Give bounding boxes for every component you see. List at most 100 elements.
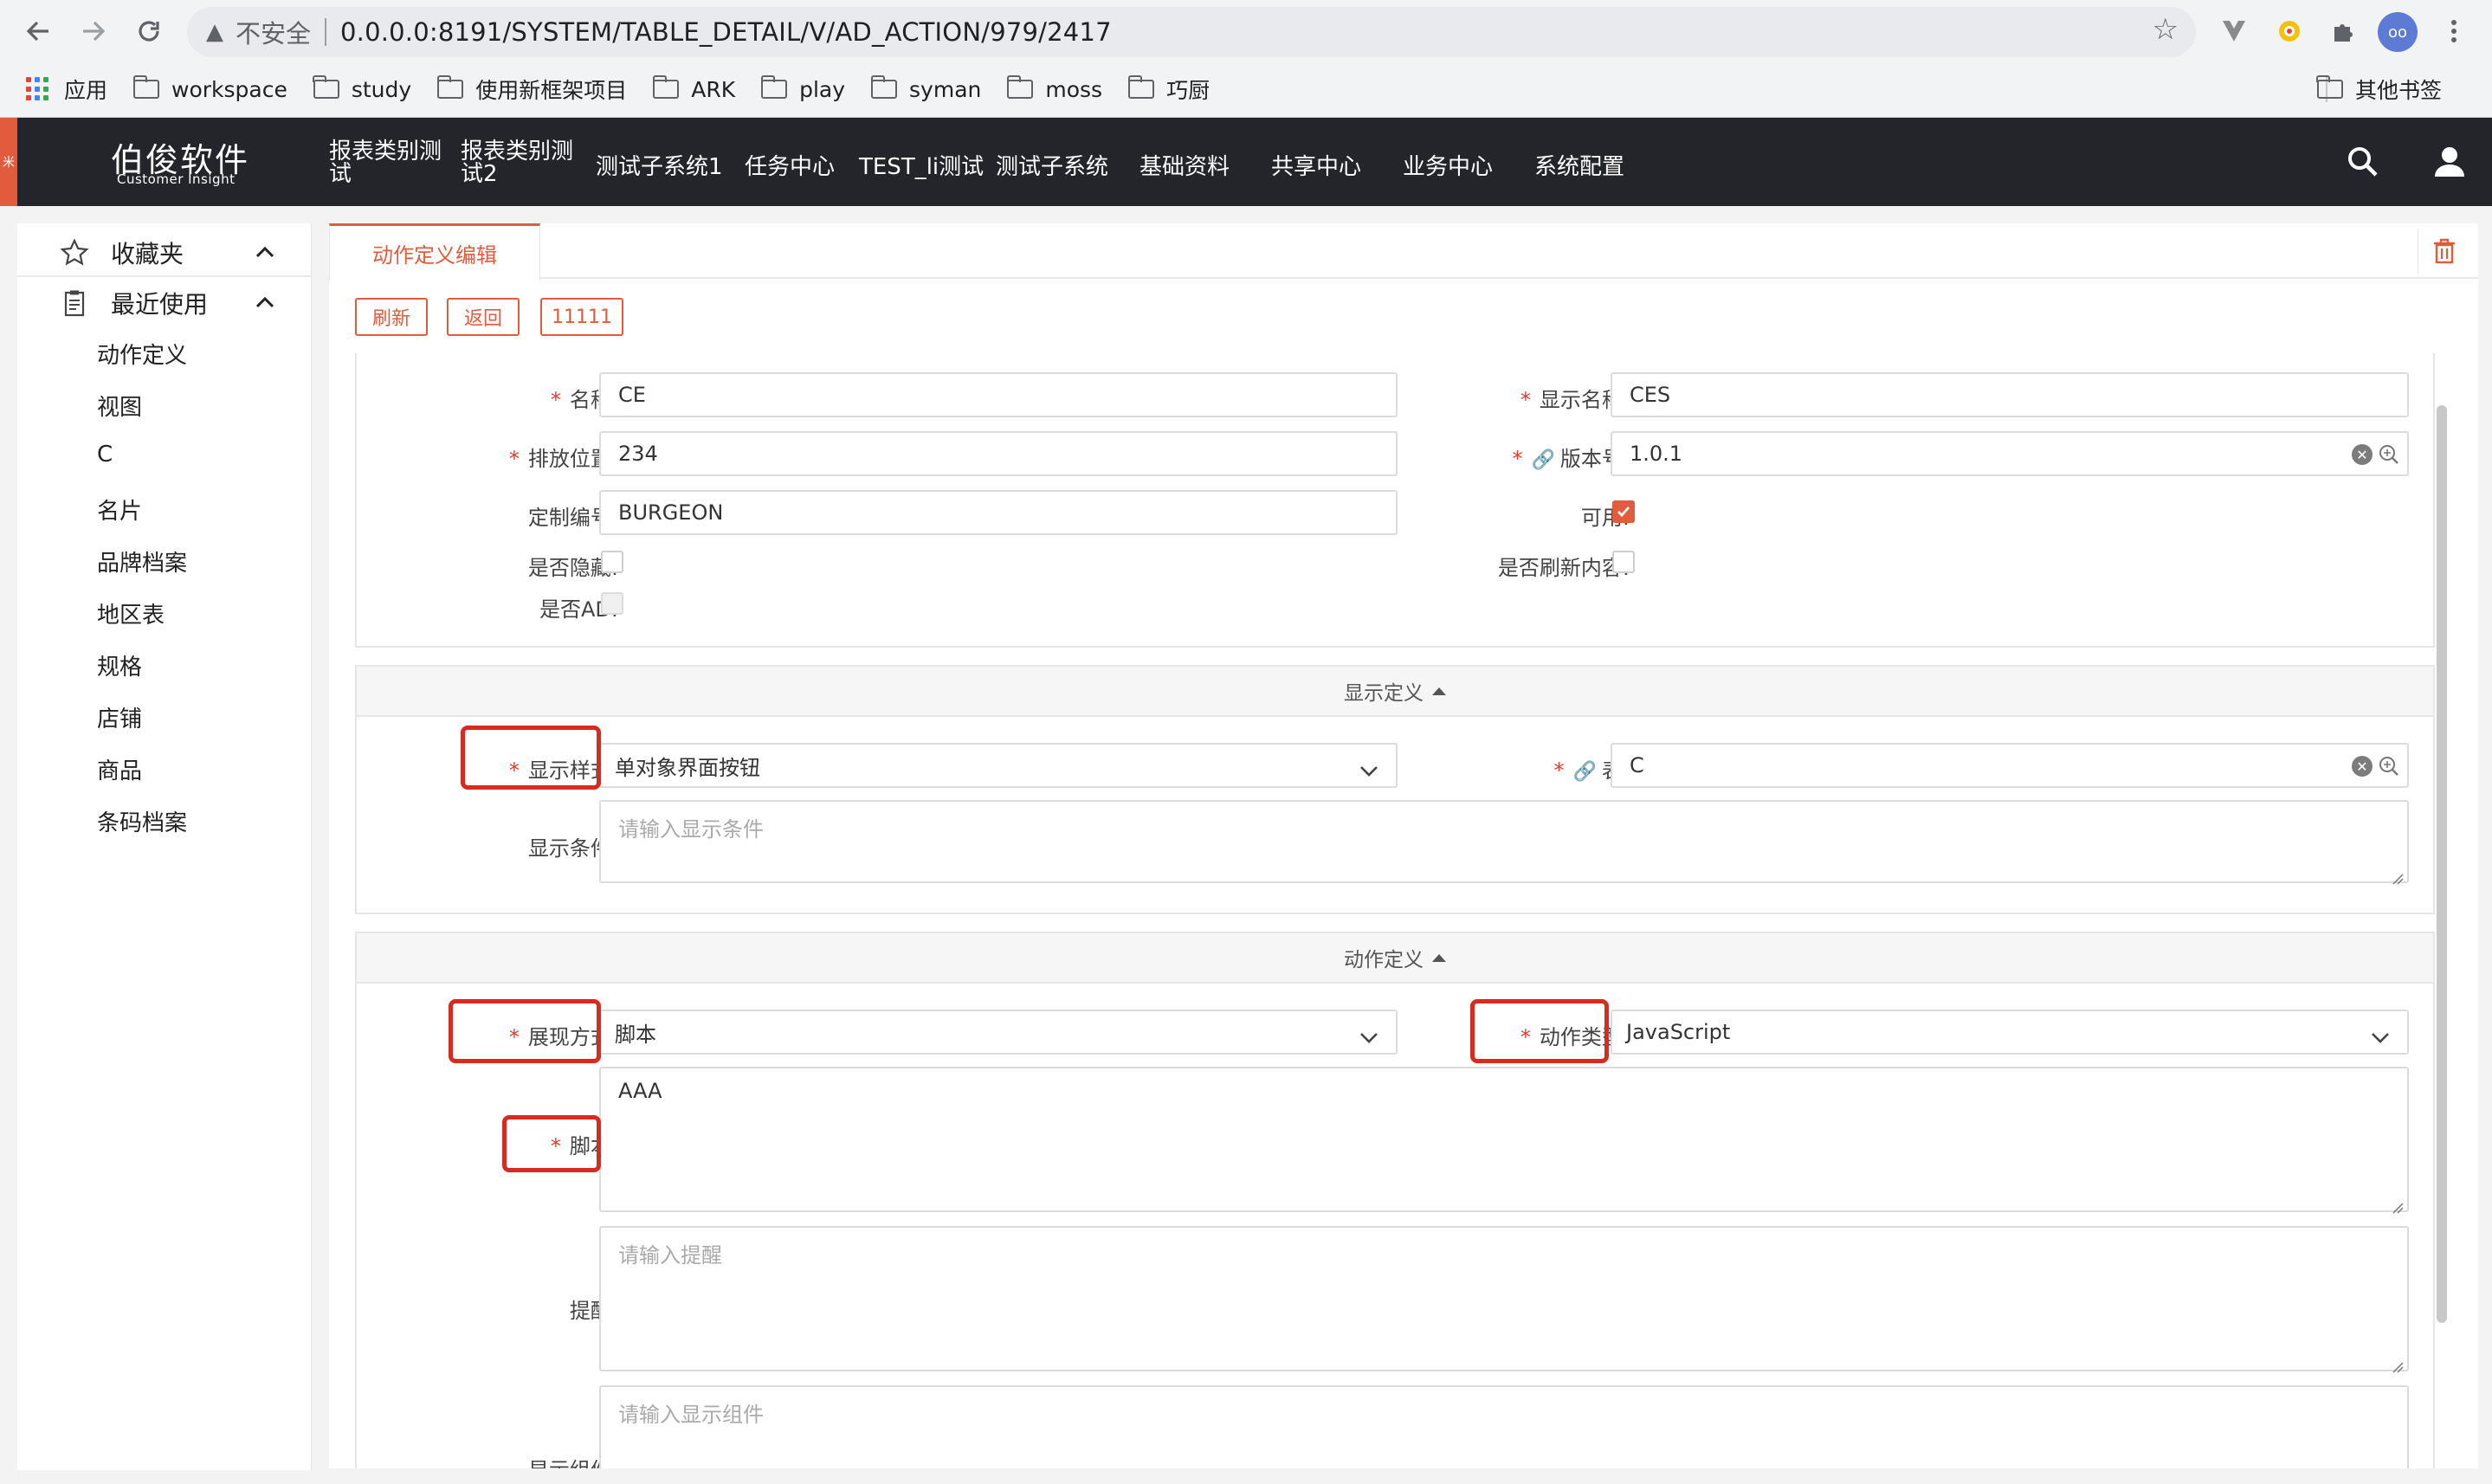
refresh-content-checkbox[interactable]: [1612, 551, 1635, 573]
chevron-up-icon[interactable]: [253, 241, 277, 265]
hidden-checkbox[interactable]: [601, 551, 623, 573]
resize-handle-icon[interactable]: [2392, 866, 2404, 885]
clear-icon[interactable]: ✕: [2352, 756, 2373, 777]
basic-info-panel: * 名称: CE * 显示名称: CES * 排放位置: 234 * 🔗 版本号: 1.0…: [355, 353, 2435, 648]
sidebar-item-region[interactable]: 地区表: [97, 597, 165, 629]
search-zoom-icon[interactable]: [2378, 443, 2400, 466]
sidebar-item-barcode[interactable]: 条码档案: [97, 805, 187, 837]
bookmark-ark[interactable]: ARK: [652, 75, 735, 102]
name-input[interactable]: CE: [599, 372, 1398, 417]
profile-avatar[interactable]: oo: [2378, 12, 2418, 52]
scrollbar-thumb[interactable]: [2437, 405, 2447, 1323]
warning-icon: ▲: [206, 19, 223, 45]
display-style-select[interactable]: 单对象界面按钮: [599, 743, 1398, 788]
insecure-label: 不安全: [236, 19, 312, 48]
custom-no-input[interactable]: BURGEON: [599, 490, 1398, 535]
version-input[interactable]: 1.0.1 ✕: [1611, 431, 2409, 476]
search-zoom-icon[interactable]: [2378, 755, 2400, 777]
chevron-up-icon[interactable]: [253, 291, 277, 315]
clear-icon[interactable]: ✕: [2352, 444, 2373, 465]
resize-handle-icon[interactable]: [2392, 1354, 2404, 1373]
sidebar-item-card[interactable]: 名片: [97, 494, 142, 526]
script-textarea[interactable]: AAA: [599, 1067, 2409, 1214]
bookmark-study[interactable]: study: [313, 75, 411, 102]
tab-action-edit[interactable]: 动作定义编辑: [329, 223, 540, 281]
search-icon[interactable]: [2343, 142, 2383, 182]
action-section-header[interactable]: 动作定义: [357, 933, 2433, 984]
highlight-display-style: [461, 726, 601, 790]
enabled-checkbox[interactable]: [1612, 500, 1635, 523]
menu-test-li[interactable]: TEST_li测试: [859, 149, 984, 181]
menu-share-center[interactable]: 共享中心: [1271, 149, 1361, 181]
sidebar-item-view[interactable]: 视图: [97, 390, 142, 422]
other-bookmarks[interactable]: 其他书签: [2316, 68, 2468, 111]
display-definition-panel: 显示定义 *显示样式: 单对象界面按钮 *🔗表: C ✕ 显示条件: 请输入显示…: [355, 665, 2435, 914]
menu-subsystem1[interactable]: 测试子系统1: [596, 149, 723, 181]
page-gap-middle: [312, 206, 329, 1484]
logo-subtitle: Customer Insight: [117, 171, 236, 187]
vue-devtools-icon[interactable]: [2215, 12, 2253, 50]
extension-yellow-icon[interactable]: [2270, 12, 2308, 50]
bookmark-syman[interactable]: syman: [870, 75, 981, 102]
caret-up-icon: [1432, 953, 1446, 962]
reminder-textarea[interactable]: 请输入提醒: [599, 1226, 2409, 1373]
menu-report-test2[interactable]: 报表类别测试2: [461, 140, 578, 185]
sidebar-item-brand[interactable]: 品牌档案: [97, 545, 187, 577]
sidebar-item-c[interactable]: C: [97, 442, 113, 468]
display-name-input[interactable]: CES: [1611, 372, 2409, 417]
present-mode-select[interactable]: 脚本: [599, 1010, 1398, 1055]
caret-up-icon: [1432, 687, 1446, 695]
menu-subsystem[interactable]: 测试子系统: [996, 149, 1108, 181]
component-textarea[interactable]: 请输入显示组件: [599, 1385, 2409, 1468]
bookmark-moss[interactable]: moss: [1006, 75, 1102, 102]
folder-icon: [1006, 75, 1034, 99]
resize-handle-icon[interactable]: [2392, 1195, 2404, 1214]
reload-icon[interactable]: [130, 12, 168, 50]
folder-icon: [313, 75, 339, 99]
sidebar-item-product[interactable]: 商品: [97, 753, 142, 785]
bookmark-star-icon[interactable]: ☆: [2153, 12, 2179, 47]
highlight-action-type: [1470, 999, 1609, 1063]
sidebar-item-action-def[interactable]: 动作定义: [97, 338, 187, 370]
menu-system-config[interactable]: 系统配置: [1534, 149, 1624, 181]
display-section-header[interactable]: 显示定义: [357, 667, 2433, 717]
browser-chrome: ▲ 不安全 0.0.0.0:8191/SYSTEM/TABLE_DETAIL/V…: [0, 0, 2492, 118]
app-header: 米 伯俊软件 Customer Insight 报表类别测试 报表类别测试2 测…: [0, 118, 2492, 206]
is-ad-checkbox: [601, 592, 623, 615]
custom-11111-button[interactable]: 11111: [540, 298, 623, 336]
user-icon[interactable]: [2430, 142, 2469, 182]
display-condition-textarea[interactable]: 请输入显示条件: [599, 800, 2409, 885]
menu-business-center[interactable]: 业务中心: [1403, 149, 1493, 181]
bookmark-qiaochu[interactable]: 巧厨: [1127, 74, 1210, 105]
main-content: 动作定义编辑 刷新 返回 11111 * 名称: CE * 显示名称: CES * 排…: [329, 223, 2478, 1468]
table-input[interactable]: C ✕: [1611, 743, 2409, 788]
extensions-puzzle-icon[interactable]: [2324, 12, 2362, 50]
action-type-select[interactable]: JavaScript: [1611, 1010, 2409, 1055]
bookmark-workspace[interactable]: workspace: [132, 75, 287, 102]
trash-icon[interactable]: [2418, 229, 2469, 274]
menu-task-center[interactable]: 任务中心: [745, 149, 835, 181]
sidebar-recent-header[interactable]: 最近使用: [17, 279, 312, 327]
sidebar-favorites-header[interactable]: 收藏夹: [17, 229, 312, 277]
folder-icon: [652, 75, 680, 99]
forward-icon[interactable]: [74, 12, 113, 50]
address-bar[interactable]: ▲ 不安全 0.0.0.0:8191/SYSTEM/TABLE_DETAIL/V…: [187, 7, 2196, 57]
refresh-button[interactable]: 刷新: [355, 298, 428, 336]
sidebar-item-store[interactable]: 店铺: [97, 701, 142, 733]
sidebar-item-spec[interactable]: 规格: [97, 649, 142, 681]
order-input[interactable]: 234: [599, 431, 1398, 476]
page-gap-bottom: [0, 1468, 2492, 1484]
refresh-content-label: 是否刷新内容:: [1497, 556, 1630, 580]
browser-menu-icon[interactable]: [2435, 12, 2473, 50]
menu-report-test[interactable]: 报表类别测试: [329, 140, 447, 185]
clipboard-icon: [59, 287, 90, 319]
bookmark-apps[interactable]: 应用: [26, 74, 107, 105]
collapse-side-tab[interactable]: 米: [0, 118, 17, 206]
url-text[interactable]: 0.0.0.0:8191/SYSTEM/TABLE_DETAIL/V/AD_AC…: [340, 17, 1112, 47]
menu-basic-data[interactable]: 基础资料: [1139, 149, 1230, 181]
tab-bar: 动作定义编辑: [329, 223, 2478, 281]
bookmark-new-framework[interactable]: 使用新框架项目: [436, 74, 627, 105]
back-icon[interactable]: [19, 12, 57, 50]
back-button[interactable]: 返回: [447, 298, 520, 336]
bookmark-play[interactable]: play: [760, 75, 845, 102]
